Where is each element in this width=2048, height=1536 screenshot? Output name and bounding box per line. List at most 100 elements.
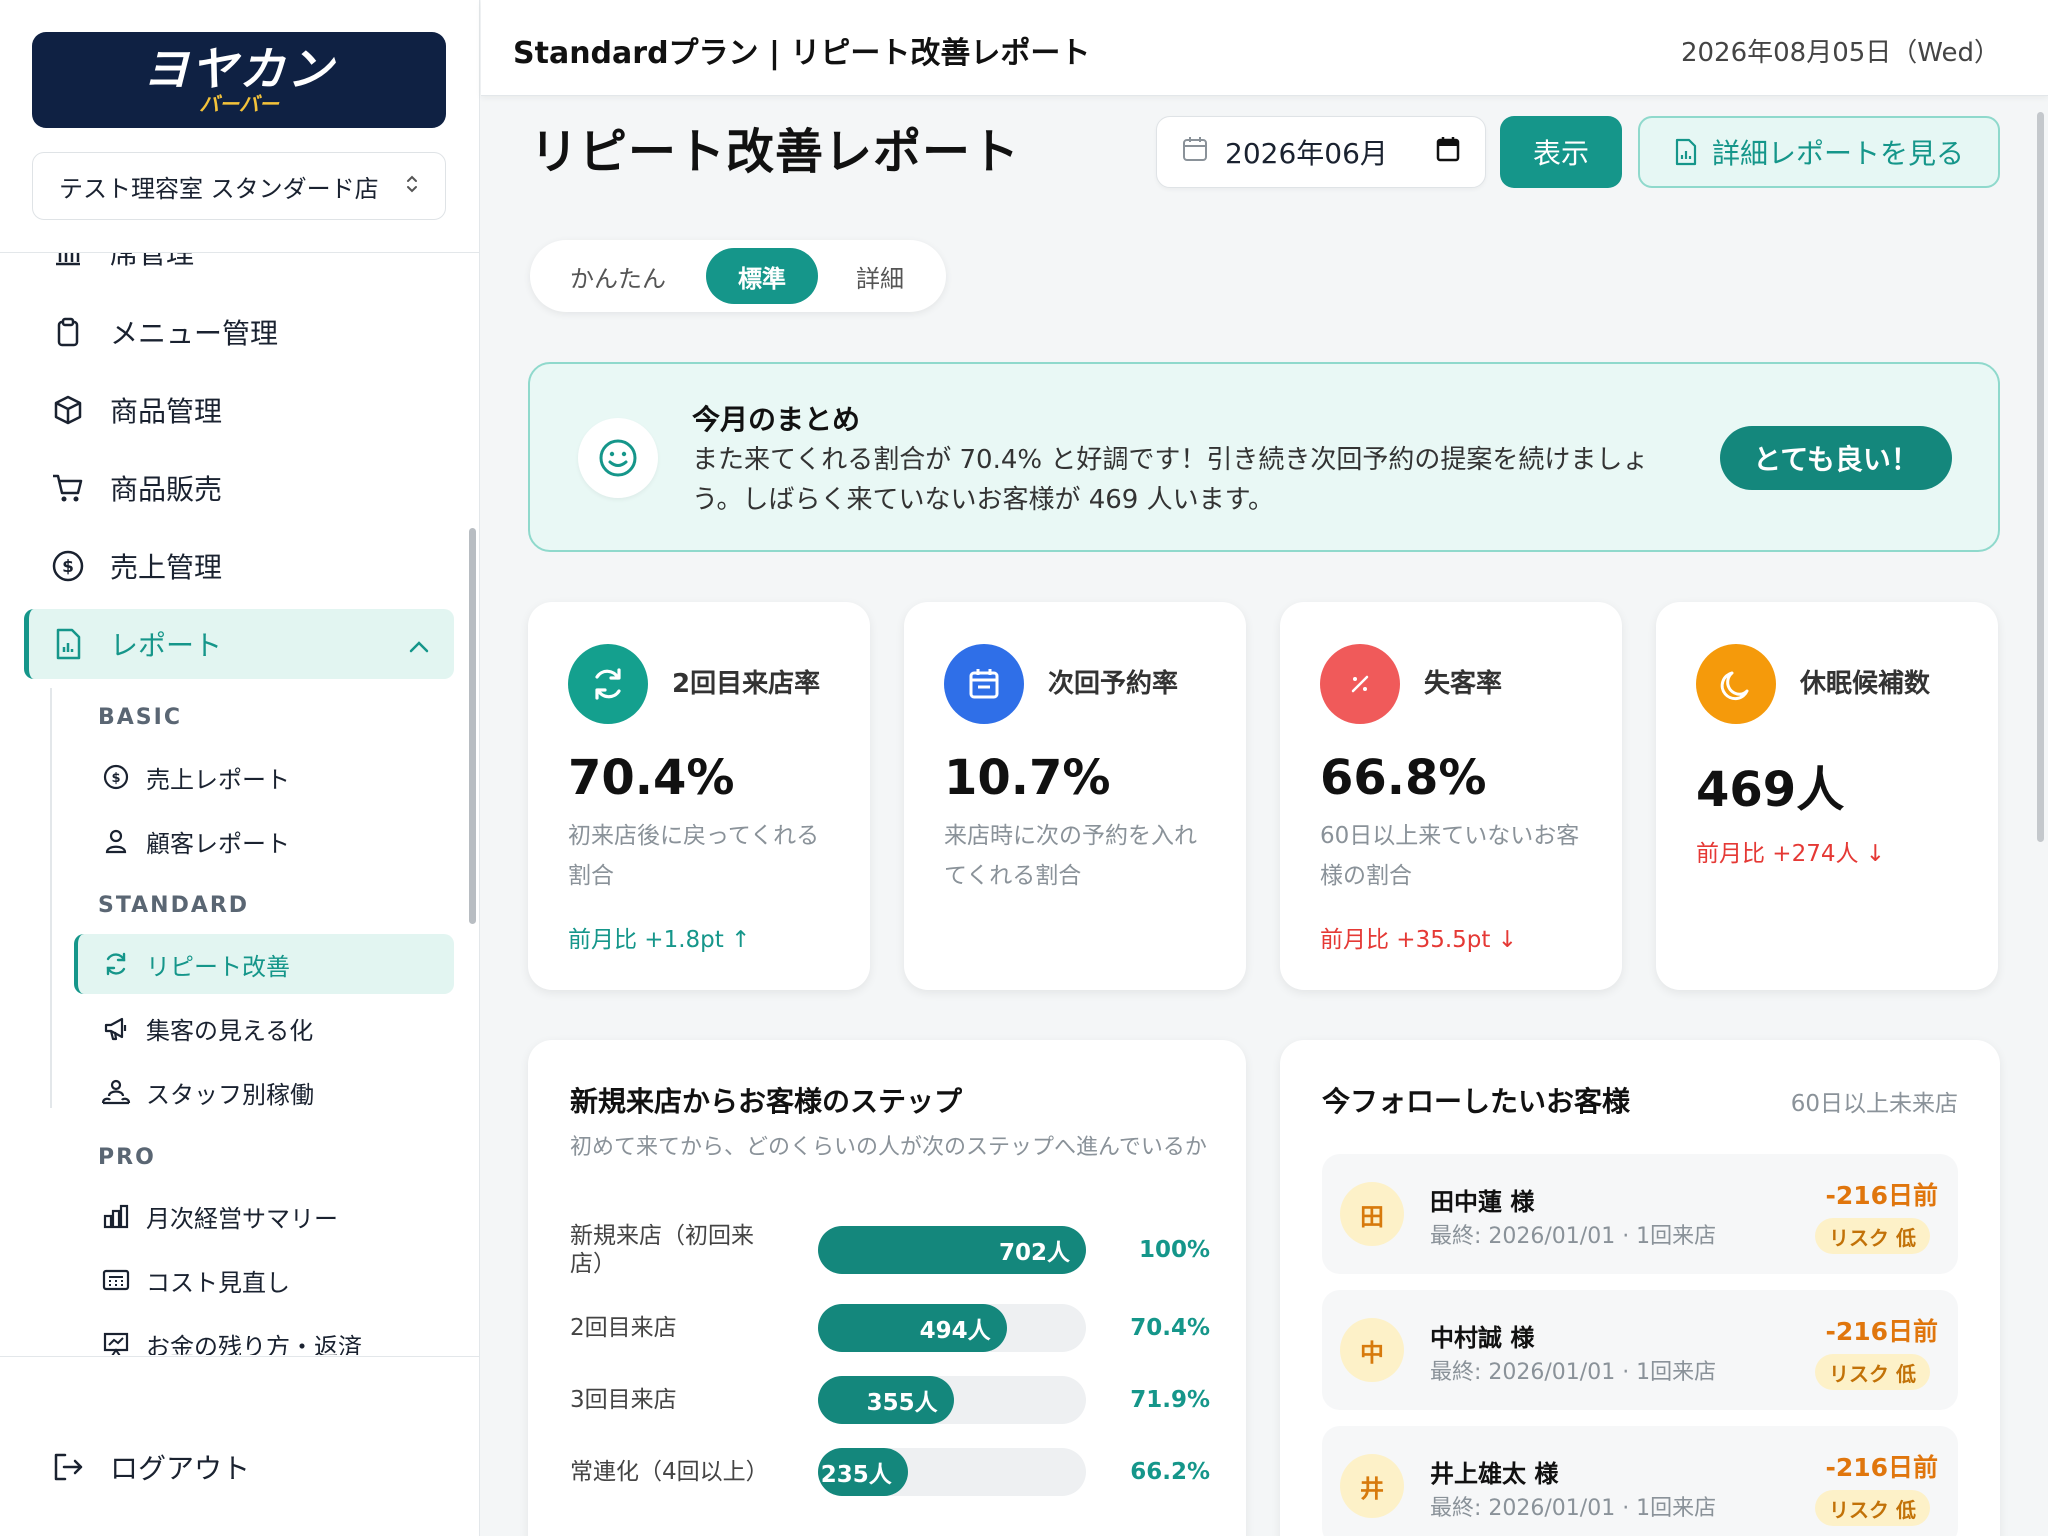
sidebar-divider-bottom [0, 1356, 480, 1357]
sidebar-item-menu[interactable]: メニュー管理 [24, 297, 454, 367]
main-scrollbar[interactable] [2037, 112, 2044, 842]
kpi-value: 70.4% [568, 750, 735, 806]
kpi-value: 469人 [1696, 762, 1845, 818]
follow-up-customers-card: 今フォローしたいお客様 60日以上未来店 田 田中蓮 様 最終: 2026/01… [1280, 1040, 2000, 1536]
sub-item-label: 売上レポート [146, 765, 290, 794]
sub-item-label: コスト見直し [146, 1268, 290, 1297]
sub-item-cashflow-repayment[interactable]: お金の残り方・返済 [74, 1314, 454, 1355]
sidebar-item-report[interactable]: レポート [24, 609, 454, 679]
kpi-description: 60日以上来ていないお客様の割合 [1320, 823, 1580, 889]
sidebar-scrollbar[interactable] [469, 528, 476, 924]
header-date: 2026年08月05日（Wed） [1680, 38, 2000, 68]
page-title: リピート改善レポート [530, 124, 1021, 180]
customer-name: 井上雄太 様 [1430, 1460, 1559, 1488]
kpi-card-lost-customer-rate: 失客率 66.8% 60日以上来ていないお客様の割合 前月比 +35.5pt ↓ [1280, 602, 1622, 990]
step-bar-track: 494人 [818, 1304, 1086, 1352]
customer-list-item[interactable]: 井 井上雄太 様 最終: 2026/01/01 · 1回来店 -216日前 リス… [1322, 1426, 1958, 1536]
month-picker[interactable]: 2026年06月 [1156, 116, 1486, 188]
section-label-standard: STANDARD [98, 893, 250, 918]
section-label-pro: PRO [98, 1145, 156, 1170]
sub-item-label: 顧客レポート [146, 829, 290, 858]
sub-item-sales-report[interactable]: $ 売上レポート [74, 747, 454, 807]
store-select[interactable]: テスト理容室 スタンダード店 [32, 152, 446, 220]
staff-group-icon [100, 1076, 132, 1108]
step-count: 355人 [866, 1390, 938, 1416]
percent-icon [1320, 644, 1400, 724]
sub-item-staff-utilization[interactable]: スタッフ別稼働 [74, 1062, 454, 1122]
app-logo[interactable]: ヨヤカン バーバー [32, 32, 446, 128]
sidebar-item-seat[interactable]: 席管理 [24, 253, 454, 287]
smiley-icon [578, 418, 658, 498]
step-label: 2回目来店 [570, 1315, 677, 1341]
logo-main-text: ヨヤカン [143, 42, 335, 96]
header-title: Standardプラン | リピート改善レポート [513, 36, 1091, 71]
kpi-trend: 前月比 +274人 ↓ [1696, 841, 1886, 867]
store-select-value: テスト理容室 スタンダード店 [59, 174, 379, 203]
svg-text:$: $ [111, 771, 120, 786]
tab-detail[interactable]: 詳細 [830, 248, 930, 304]
sidebar-item-products[interactable]: 商品管理 [24, 375, 454, 445]
sub-item-cost-review[interactable]: コスト見直し [74, 1250, 454, 1310]
sub-item-label: スタッフ別稼働 [146, 1080, 314, 1109]
sidebar-nav[interactable]: 席管理 メニュー管理 商品管理 商品販売 $ 売上管理 レポート BASIC $… [0, 253, 480, 1355]
refresh-icon [568, 644, 648, 724]
customer-last-visit: 最終: 2026/01/01 · 1回来店 [1430, 1496, 1717, 1521]
kpi-description: 来店時に次の予約を入れてくれる割合 [944, 823, 1197, 889]
dollar-circle-icon: $ [48, 546, 88, 586]
kpi-value: 10.7% [944, 750, 1111, 806]
sidebar-item-product-sales[interactable]: 商品販売 [24, 453, 454, 523]
tab-simple[interactable]: かんたん [550, 248, 686, 304]
risk-badge: リスク 低 [1815, 1218, 1930, 1254]
step-bar-fill: 235人 [818, 1448, 908, 1496]
top-header: Standardプラン | リピート改善レポート 2026年08月05日（Wed… [481, 0, 2048, 96]
sidebar-item-sales[interactable]: $ 売上管理 [24, 531, 454, 601]
step-label: 3回目来店 [570, 1387, 677, 1413]
step-count: 702人 [998, 1240, 1070, 1266]
section-label-basic: BASIC [98, 705, 182, 730]
sub-item-customer-report[interactable]: 顧客レポート [74, 811, 454, 871]
customer-name: 田中蓮 様 [1430, 1188, 1535, 1216]
view-mode-tabs: かんたん 標準 詳細 [530, 240, 946, 312]
monthly-summary-card: 今月のまとめ また来てくれる割合が 70.4% と好調です！引き続き次回予約の提… [528, 362, 2000, 552]
customer-list-item[interactable]: 田 田中蓮 様 最終: 2026/01/01 · 1回来店 -216日前 リスク… [1322, 1154, 1958, 1274]
steps-card-title: 新規来店からお客様のステップ [570, 1085, 963, 1118]
summary-title: 今月のまとめ [692, 403, 861, 436]
logout-icon [48, 1447, 88, 1487]
kpi-description: 初来店後に戻ってくれる割合 [568, 823, 820, 889]
calculator-icon [100, 1264, 132, 1296]
calendar-picker-icon[interactable] [1435, 135, 1461, 170]
megaphone-icon [100, 1012, 132, 1044]
customer-list-item[interactable]: 中 中村誠 様 最終: 2026/01/01 · 1回来店 -216日前 リスク… [1322, 1290, 1958, 1410]
kpi-card-dormant-candidates: 休眠候補数 469人 前月比 +274人 ↓ [1656, 602, 1998, 990]
kpi-value: 66.8% [1320, 750, 1487, 806]
customer-days: -216日前 [1825, 1317, 1938, 1346]
follow-card-title: 今フォローしたいお客様 [1322, 1085, 1631, 1118]
summary-rating-badge: とても良い！ [1720, 426, 1952, 490]
customer-last-visit: 最終: 2026/01/01 · 1回来店 [1430, 1360, 1717, 1385]
sidebar-item-label: レポート [110, 629, 223, 662]
logout-button[interactable]: ログアウト [24, 1432, 250, 1502]
kpi-card-next-booking-rate: 次回予約率 10.7% 来店時に次の予約を入れてくれる割合 [904, 602, 1246, 990]
chevron-up-icon [408, 628, 430, 661]
show-button[interactable]: 表示 [1500, 116, 1622, 188]
step-bar-fill: 355人 [818, 1376, 954, 1424]
kpi-label: 失客率 [1424, 669, 1503, 699]
sub-item-visitor-visualization[interactable]: 集客の見える化 [74, 998, 454, 1058]
report-doc-icon [48, 624, 88, 664]
sidebar: ヨヤカン バーバー テスト理容室 スタンダード店 席管理 メニュー管理 商品管理 [0, 0, 480, 1536]
detail-report-button[interactable]: 詳細レポートを見る [1638, 116, 2000, 188]
step-count: 494人 [919, 1318, 991, 1344]
svg-text:$: $ [62, 557, 74, 577]
cube-icon [48, 390, 88, 430]
sub-item-label: リピート改善 [146, 952, 290, 981]
sub-item-monthly-summary[interactable]: 月次経営サマリー [74, 1186, 454, 1246]
steps-card-subtitle: 初めて来てから、どのくらいの人が次のステップへ進んでいるか [570, 1135, 1207, 1160]
calendar-icon [1181, 135, 1209, 170]
calendar-icon [944, 644, 1024, 724]
logo-sub-text: バーバー [199, 92, 279, 116]
step-bar-track: 235人 [818, 1448, 1086, 1496]
submenu-guide-line [50, 688, 52, 1108]
tab-standard[interactable]: 標準 [706, 248, 818, 304]
sub-item-repeat-improvement[interactable]: リピート改善 [74, 934, 454, 994]
step-percent: 71.9% [1130, 1387, 1210, 1413]
